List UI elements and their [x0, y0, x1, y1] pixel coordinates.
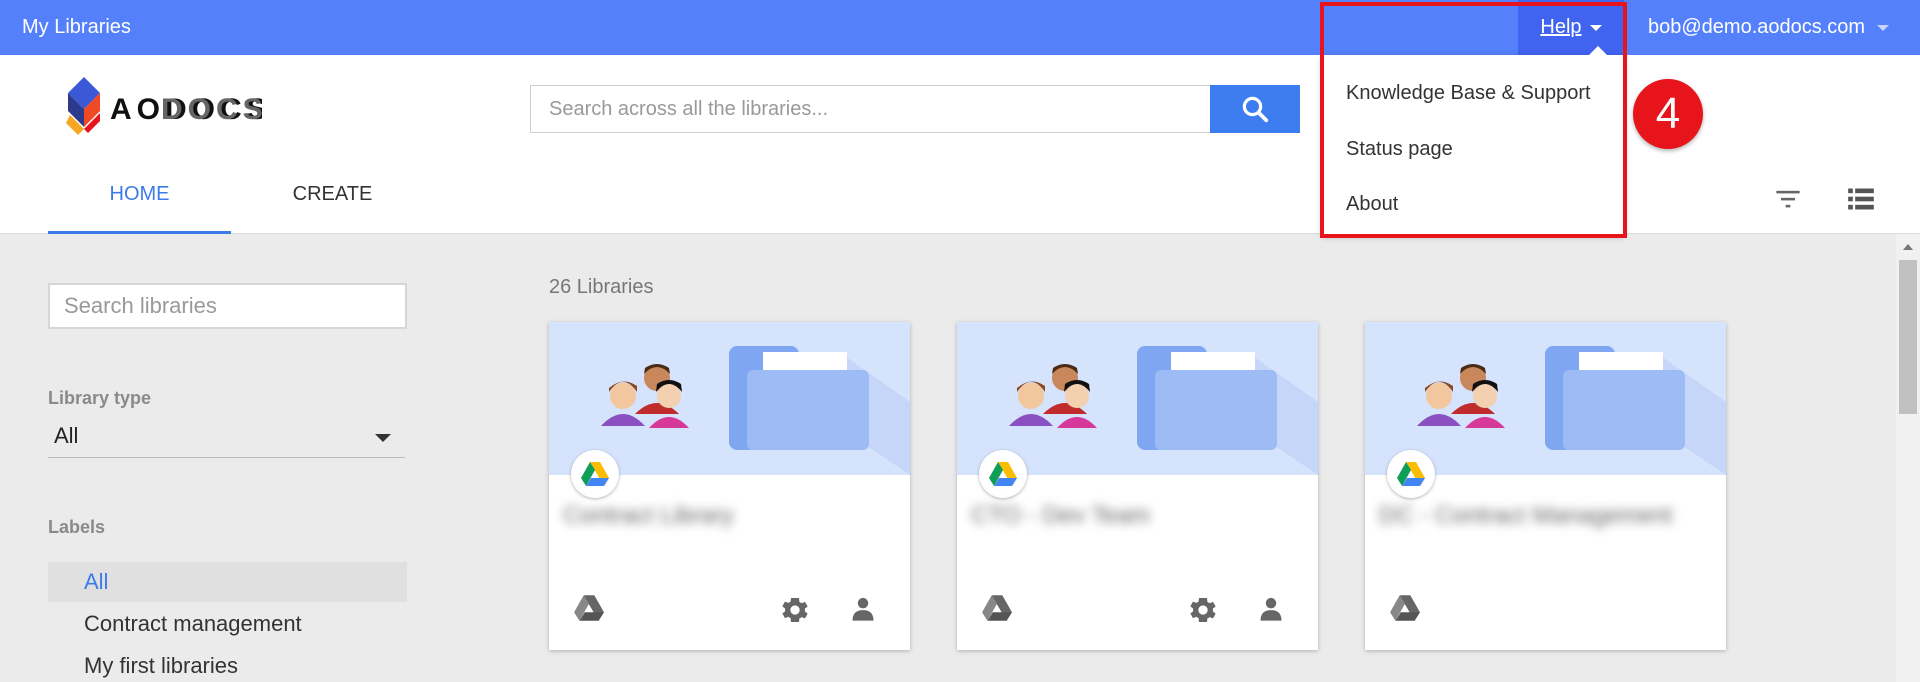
label-item-all[interactable]: All	[48, 562, 407, 602]
drive-icon[interactable]	[573, 594, 605, 627]
library-card-title: Contract Library	[563, 502, 734, 529]
tab-home[interactable]: HOME	[48, 176, 231, 234]
library-card-title: CTO - Dev Team	[971, 502, 1151, 529]
user-account-menu[interactable]: bob@demo.aodocs.com	[1648, 16, 1890, 39]
chevron-down-icon	[1877, 24, 1890, 31]
top-bar: My Libraries Help bob@demo.aodocs.com	[0, 0, 1920, 55]
logo-mark-icon: AODOCS DOCS	[66, 77, 267, 135]
chevron-down-icon	[375, 434, 391, 442]
global-search: Search across all the libraries...	[530, 85, 1300, 133]
page-scrollbar[interactable]	[1896, 234, 1920, 682]
library-type-value: All	[54, 423, 79, 448]
app-root: My Libraries Help bob@demo.aodocs.com AO…	[0, 0, 1920, 682]
sidebar-search-input[interactable]: Search libraries	[48, 283, 407, 329]
annotation-highlight-box	[1320, 2, 1627, 238]
labels-heading: Labels	[48, 517, 106, 537]
google-drive-icon	[989, 462, 1017, 486]
library-card[interactable]: CTO - Dev Team	[957, 322, 1318, 650]
user-icon[interactable]	[1257, 594, 1285, 629]
label-item-contract-management[interactable]: Contract management	[48, 604, 407, 644]
global-search-input[interactable]: Search across all the libraries...	[530, 85, 1211, 133]
drive-icon[interactable]	[1389, 594, 1421, 627]
aodocs-logo[interactable]: AODOCS DOCS	[62, 75, 267, 139]
label-item-my-first-libraries[interactable]: My first libraries	[48, 646, 407, 682]
app-title: My Libraries	[22, 16, 131, 38]
header: AODOCS DOCS Search across all the librar…	[0, 55, 1920, 234]
settings-gear-icon[interactable]	[779, 594, 811, 631]
library-type-label: Library type	[48, 388, 152, 408]
tab-create[interactable]: CREATE	[240, 176, 425, 234]
google-drive-badge	[979, 450, 1027, 498]
search-button[interactable]	[1210, 85, 1300, 133]
google-drive-icon	[1397, 462, 1425, 486]
scrollbar-thumb[interactable]	[1899, 260, 1917, 414]
search-icon	[1242, 96, 1269, 123]
drive-icon[interactable]	[981, 594, 1013, 627]
google-drive-badge	[1387, 450, 1435, 498]
scroll-up-arrow-icon[interactable]	[1903, 244, 1913, 250]
library-card[interactable]: Contract Library	[549, 322, 910, 650]
step-number-badge: 4	[1633, 79, 1703, 149]
library-count: 26 Libraries	[549, 276, 654, 298]
svg-text:DOCS: DOCS	[161, 93, 262, 126]
filter-icon[interactable]	[1774, 185, 1802, 218]
library-card-title: DC - Contract Management	[1379, 502, 1673, 529]
user-icon[interactable]	[849, 594, 877, 629]
user-email: bob@demo.aodocs.com	[1648, 16, 1866, 38]
library-card[interactable]: DC - Contract Management	[1365, 322, 1726, 650]
library-type-select[interactable]: All	[48, 418, 405, 458]
google-drive-icon	[581, 462, 609, 486]
google-drive-badge	[571, 450, 619, 498]
list-view-icon[interactable]	[1846, 185, 1876, 218]
settings-gear-icon[interactable]	[1187, 594, 1219, 631]
